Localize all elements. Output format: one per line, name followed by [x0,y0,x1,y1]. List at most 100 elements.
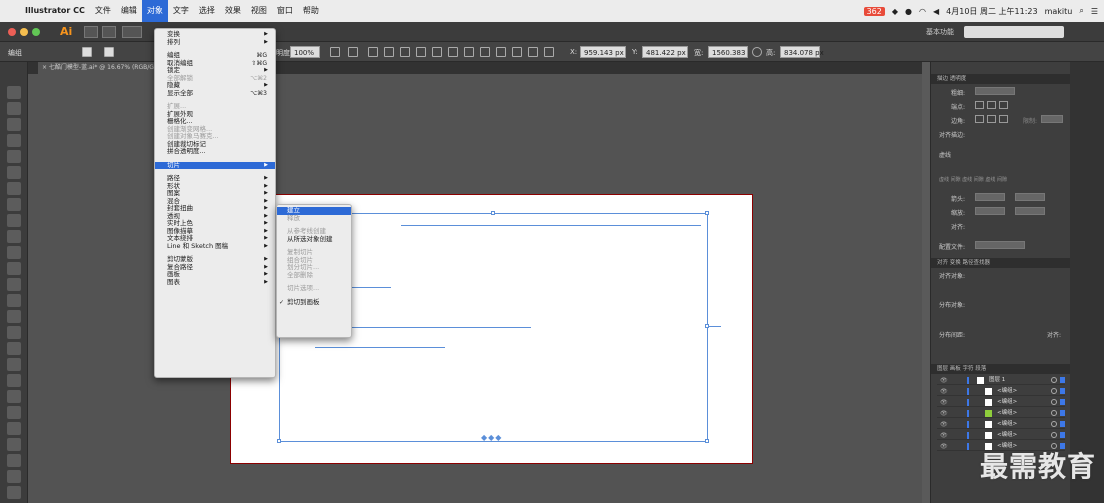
submenu-item-delete-all[interactable]: 全部删除 [277,271,351,280]
workspace-switcher[interactable]: 基本功能 [926,27,954,37]
lasso-tool-icon[interactable] [7,134,21,147]
menu-file[interactable]: 文件 [90,0,116,22]
menu-help[interactable]: 帮助 [298,0,324,22]
paintbrush-tool-icon[interactable] [7,230,21,243]
path-line-1[interactable] [401,225,701,226]
distribute-left-icon[interactable] [512,47,522,57]
line-tool-icon[interactable] [7,198,21,211]
y-input[interactable]: 481.422 px [642,46,688,58]
constrain-link-icon[interactable] [752,47,762,57]
menu-edit[interactable]: 编辑 [116,0,142,22]
scale-start-input[interactable] [975,207,1005,215]
target-icon[interactable] [1051,388,1057,394]
eyedropper-tool-icon[interactable] [7,406,21,419]
menu-item-line-sketch-art[interactable]: Line 和 Sketch 图稿 ▶ [155,242,275,251]
target-icon[interactable] [1051,421,1057,427]
close-window-button[interactable] [8,28,16,36]
layer-row[interactable]: 👁 <编组> [937,431,1065,440]
list-icon[interactable]: ☰ [1091,7,1098,16]
submenu-item-create-from-selection[interactable]: 从所选对象创建 [277,235,351,244]
menu-object[interactable]: 对象 [141,0,168,22]
stroke-swatch[interactable] [104,47,114,57]
menu-app-name[interactable]: Illustrator CC [20,0,90,22]
opacity-input[interactable]: 100% [290,46,320,58]
scale-end-input[interactable] [1015,207,1045,215]
bevel-join-icon[interactable] [999,115,1008,123]
distribute-bottom-icon[interactable] [496,47,506,57]
target-icon[interactable] [1051,377,1057,383]
visibility-eye-icon[interactable]: 👁 [940,431,948,440]
zoom-window-button[interactable] [32,28,40,36]
projecting-cap-icon[interactable] [999,101,1008,109]
align-right-icon[interactable] [400,47,410,57]
eraser-tool-icon[interactable] [7,262,21,275]
type-tool-icon[interactable] [7,182,21,195]
align-left-icon[interactable] [368,47,378,57]
layer-row[interactable]: 👁 <编组> [937,409,1065,418]
miter-join-icon[interactable] [975,115,984,123]
path-line-4[interactable] [315,347,445,348]
hand-tool-icon[interactable] [7,470,21,483]
wifi-icon[interactable]: ◠ [919,7,926,16]
menu-item-arrange[interactable]: 排列 ▶ [155,38,275,47]
scale-tool-icon[interactable] [7,294,21,307]
distribute-hcenter-icon[interactable] [528,47,538,57]
fill-swatch[interactable] [82,47,92,57]
align-panel-tabs[interactable]: 对齐 变换 路径查找器 [931,258,1071,268]
visibility-eye-icon[interactable]: 👁 [940,387,948,396]
stock-search-input[interactable] [964,26,1064,38]
menu-view[interactable]: 视图 [246,0,272,22]
profile-select[interactable] [975,241,1025,249]
visibility-eye-icon[interactable]: 👁 [940,376,948,385]
align-top-icon[interactable] [416,47,426,57]
zoom-tool-icon[interactable] [7,486,21,499]
align-middle-icon[interactable] [432,47,442,57]
menu-item-slice[interactable]: 切片 ▶ [155,161,275,169]
dashed-line-label[interactable]: 虚线 [939,150,951,159]
bbox-handle-br[interactable] [705,439,709,443]
gradient-tool-icon[interactable] [7,390,21,403]
layer-row[interactable]: 👁 <编组> [937,387,1065,396]
pen-tool-icon[interactable] [7,150,21,163]
menu-item-graph[interactable]: 图表 ▶ [155,278,275,287]
blend-tool-icon[interactable] [7,422,21,435]
arrow-start-select[interactable] [975,193,1005,201]
round-join-icon[interactable] [987,115,996,123]
visibility-eye-icon[interactable]: 👁 [940,409,948,418]
clock-text[interactable]: 4月10日 周二 上午11:23 [946,6,1037,17]
menu-type[interactable]: 文字 [168,0,194,22]
bbox-handle-tc[interactable] [491,211,495,215]
menu-effect[interactable]: 效果 [220,0,246,22]
x-input[interactable]: 959.143 px [580,46,626,58]
rotate-tool-icon[interactable] [7,278,21,291]
visibility-eye-icon[interactable]: 👁 [940,442,948,451]
menu-item-show-all[interactable]: 显示全部 ⌥⌘3 [155,89,275,98]
style-icon[interactable] [348,47,358,57]
bbox-handle-mr[interactable] [705,324,709,328]
bbox-handle-bl[interactable] [277,439,281,443]
weight-input[interactable] [975,87,1015,95]
rectangle-tool-icon[interactable] [7,214,21,227]
visibility-eye-icon[interactable]: 👁 [940,398,948,407]
h-input[interactable]: 834.078 px [780,46,824,58]
volume-icon[interactable]: ◀ [933,7,939,16]
target-icon[interactable] [1051,410,1057,416]
width-tool-icon[interactable] [7,310,21,323]
distribute-top-icon[interactable] [464,47,474,57]
center-anchor-points[interactable]: ◆◆◆ [481,433,502,442]
arrow-end-select[interactable] [1015,193,1045,201]
search-icon[interactable]: ⌕ [1079,6,1083,16]
w-input[interactable]: 1560.383 [708,46,748,58]
transform-icon[interactable] [544,47,554,57]
layer-row[interactable]: 👁 <编组> [937,398,1065,407]
distribute-center-icon[interactable] [480,47,490,57]
graph-tool-icon[interactable] [7,454,21,467]
target-icon[interactable] [1051,399,1057,405]
submenu-item-clip-to-artboard[interactable]: ✓ 剪切到画板 [277,298,351,307]
align-bottom-icon[interactable] [448,47,458,57]
target-icon[interactable] [1051,432,1057,438]
selection-tool-icon[interactable] [7,86,21,99]
path-line-5[interactable] [707,326,721,327]
menu-window[interactable]: 窗口 [272,0,298,22]
recolor-icon[interactable] [330,47,340,57]
